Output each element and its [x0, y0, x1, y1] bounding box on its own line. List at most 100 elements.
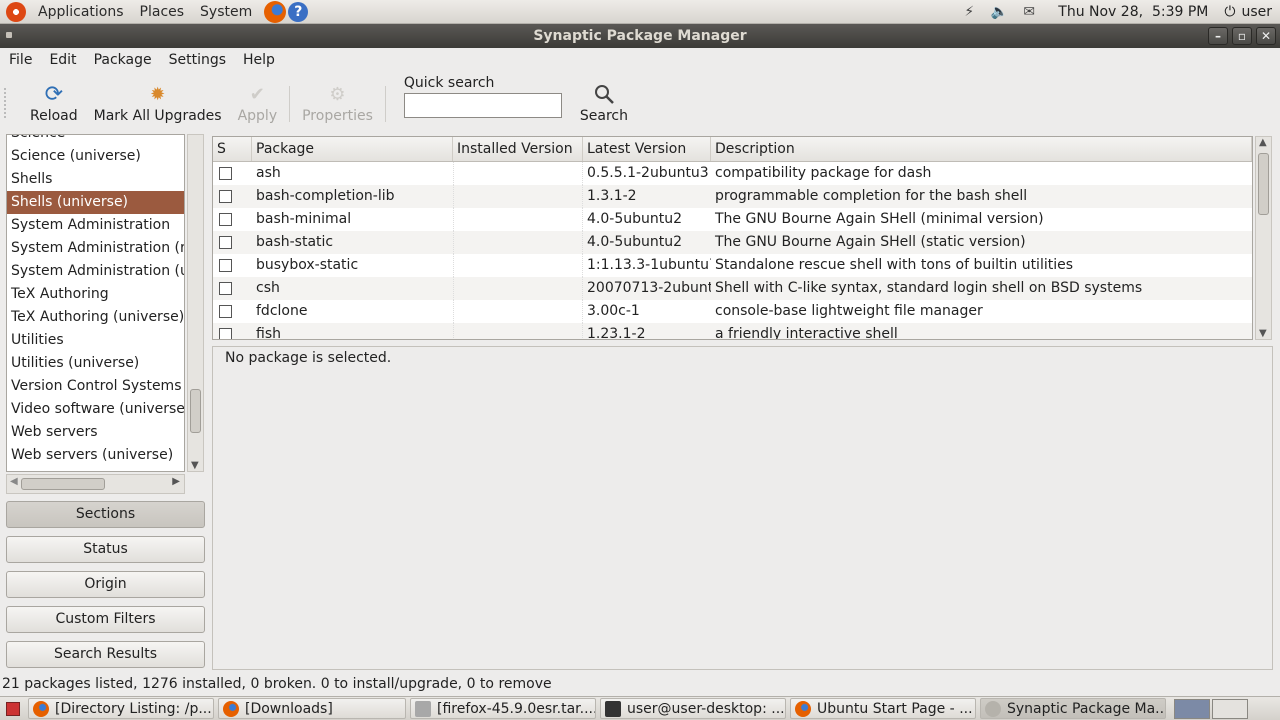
menu-package[interactable]: Package: [85, 52, 160, 68]
section-item-selected[interactable]: Shells (universe): [7, 191, 184, 214]
ubuntu-logo-icon[interactable]: [6, 1, 26, 22]
status-checkbox[interactable]: [219, 213, 232, 226]
section-item[interactable]: System Administration (universe): [7, 260, 184, 283]
search-results-button[interactable]: Search Results: [6, 641, 205, 668]
menu-edit[interactable]: Edit: [40, 52, 84, 68]
mail-icon[interactable]: ✉: [1020, 4, 1038, 20]
status-cell[interactable]: [213, 185, 252, 208]
status-button[interactable]: Status: [6, 536, 205, 563]
workspace-2[interactable]: [1212, 698, 1248, 719]
scroll-right-icon[interactable]: ▶: [172, 476, 180, 487]
show-desktop-icon[interactable]: [6, 701, 20, 716]
table-row[interactable]: bash-completion-lib 1.3.1-2 programmable c…: [213, 185, 1252, 208]
sections-button[interactable]: Sections: [6, 501, 205, 528]
section-item[interactable]: Utilities (universe): [7, 352, 184, 375]
section-item[interactable]: TeX Authoring (universe): [7, 306, 184, 329]
status-cell[interactable]: [213, 277, 252, 300]
scroll-left-icon[interactable]: ◀: [10, 476, 18, 487]
network-icon[interactable]: ⚡: [960, 4, 978, 20]
section-item[interactable]: Video software (universe): [7, 398, 184, 421]
status-checkbox[interactable]: [219, 167, 232, 180]
section-item[interactable]: TeX Authoring: [7, 283, 184, 306]
terminal-icon: [605, 700, 621, 717]
custom-filters-button[interactable]: Custom Filters: [6, 606, 205, 633]
status-cell[interactable]: [213, 323, 252, 339]
section-item[interactable]: System Administration: [7, 214, 184, 237]
table-row[interactable]: csh 20070713-2ubuntu1Shell with C-like sy…: [213, 277, 1252, 300]
system-menu[interactable]: System: [192, 4, 260, 20]
status-checkbox[interactable]: [219, 282, 232, 295]
table-row[interactable]: fdclone 3.00c-1 console-base lightweight f…: [213, 300, 1252, 323]
section-item[interactable]: Shells: [7, 168, 184, 191]
status-cell[interactable]: [213, 208, 252, 231]
task-directory-listing[interactable]: [Directory Listing: /p...: [28, 698, 214, 719]
mark-all-upgrades-button[interactable]: ✹ Mark All Upgrades: [86, 72, 230, 125]
status-cell[interactable]: [213, 300, 252, 323]
quick-search-input[interactable]: [403, 93, 562, 118]
scroll-thumb[interactable]: [190, 389, 201, 433]
column-header-package[interactable]: Package: [252, 137, 453, 161]
scroll-up-icon[interactable]: ▲: [1259, 137, 1267, 148]
origin-button[interactable]: Origin: [6, 571, 205, 598]
places-menu[interactable]: Places: [132, 4, 193, 20]
user-menu[interactable]: user: [1241, 4, 1272, 20]
firefox-launcher-icon[interactable]: [264, 0, 287, 23]
column-header-status[interactable]: S: [213, 137, 252, 161]
search-button[interactable]: Search: [572, 72, 636, 124]
column-header-installed-version[interactable]: Installed Version: [453, 137, 583, 161]
section-item[interactable]: Web servers: [7, 421, 184, 444]
task-synaptic[interactable]: Synaptic Package Ma...: [980, 698, 1166, 719]
task-ubuntu-start-page[interactable]: Ubuntu Start Page - ...: [790, 698, 976, 719]
window-titlebar[interactable]: Synaptic Package Manager – ▫ ✕: [0, 24, 1280, 48]
apply-button[interactable]: ✔ Apply: [230, 72, 286, 125]
status-checkbox[interactable]: [219, 305, 232, 318]
table-row[interactable]: fish 1.23.1-2 a friendly interactive shell: [213, 323, 1252, 339]
table-body: ash 0.5.5.1-2ubuntu3 compatibility package…: [213, 162, 1252, 339]
scroll-thumb[interactable]: [1258, 153, 1269, 215]
reload-button[interactable]: ⟳ Reload: [22, 72, 86, 125]
status-checkbox[interactable]: [219, 259, 232, 272]
task-downloads[interactable]: [Downloads]: [218, 698, 406, 719]
menu-help[interactable]: Help: [234, 52, 283, 68]
scroll-thumb[interactable]: [21, 478, 105, 490]
status-cell[interactable]: [213, 231, 252, 254]
close-button[interactable]: ✕: [1256, 27, 1276, 45]
section-item[interactable]: Version Control Systems (universe): [7, 375, 184, 398]
minimize-button[interactable]: –: [1208, 27, 1228, 45]
help-launcher-icon[interactable]: ?: [288, 1, 309, 22]
power-icon[interactable]: ⏻: [1224, 4, 1235, 20]
section-list-vscrollbar[interactable]: ▼: [187, 134, 204, 472]
table-row[interactable]: ash 0.5.5.1-2ubuntu3 compatibility package…: [213, 162, 1252, 185]
section-item[interactable]: Science: [7, 135, 184, 145]
table-row[interactable]: busybox-static 1:1.13.3-1ubuntu7 Standalon…: [213, 254, 1252, 277]
package-table-vscrollbar[interactable]: ▲ ▼: [1255, 136, 1272, 340]
workspace-1[interactable]: [1174, 698, 1210, 719]
window-menu-icon[interactable]: [6, 32, 12, 38]
section-item[interactable]: Utilities: [7, 329, 184, 352]
section-item[interactable]: System Administration (restricted): [7, 237, 184, 260]
status-cell[interactable]: [213, 254, 252, 277]
menu-file[interactable]: File: [0, 52, 40, 68]
table-row[interactable]: bash-static 4.0-5ubuntu2 The GNU Bourne Ag…: [213, 231, 1252, 254]
menu-settings[interactable]: Settings: [160, 52, 234, 68]
apply-icon: ✔: [249, 83, 265, 105]
properties-button[interactable]: ⚙ Properties: [294, 72, 381, 125]
clock[interactable]: Thu Nov 28, 5:39 PM: [1058, 4, 1208, 20]
status-checkbox[interactable]: [219, 236, 232, 249]
column-header-latest-version[interactable]: Latest Version: [583, 137, 711, 161]
volume-icon[interactable]: 🔈: [990, 4, 1008, 20]
status-cell[interactable]: [213, 162, 252, 185]
task-firefox-archive[interactable]: [firefox-45.9.0esr.tar....: [410, 698, 596, 719]
maximize-button[interactable]: ▫: [1232, 27, 1252, 45]
applications-menu[interactable]: Applications: [30, 4, 132, 20]
status-checkbox[interactable]: [219, 190, 232, 203]
task-terminal[interactable]: user@user-desktop: ...: [600, 698, 786, 719]
table-row[interactable]: bash-minimal 4.0-5ubuntu2 The GNU Bourne A…: [213, 208, 1252, 231]
scroll-down-icon[interactable]: ▼: [191, 460, 199, 471]
section-list-hscrollbar[interactable]: ◀ ▶: [6, 474, 185, 494]
section-item[interactable]: Science (universe): [7, 145, 184, 168]
section-item[interactable]: Web servers (universe): [7, 444, 184, 467]
status-checkbox[interactable]: [219, 328, 232, 339]
scroll-down-icon[interactable]: ▼: [1259, 328, 1267, 339]
column-header-description[interactable]: Description: [711, 137, 1252, 161]
